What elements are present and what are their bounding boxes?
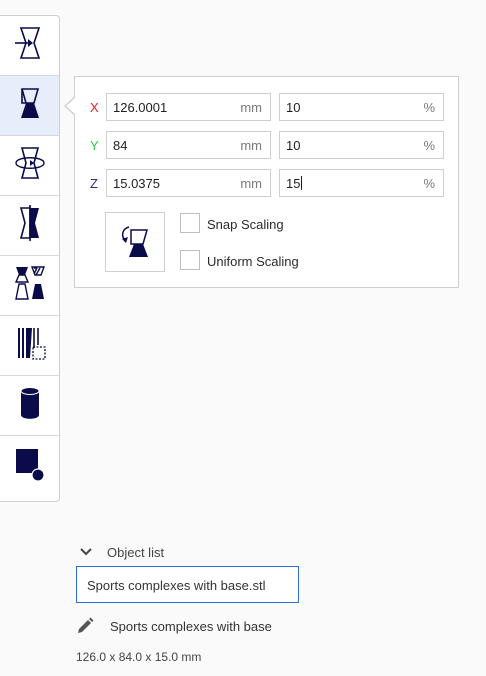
axis-label-y: Y [90, 138, 99, 153]
rotate-tool-button[interactable] [0, 136, 59, 196]
object-name: Sports complexes with base [110, 619, 272, 634]
shape-button[interactable] [0, 436, 59, 496]
x-percent-value: 10 [286, 100, 301, 115]
uniform-scaling-checkbox[interactable] [180, 250, 200, 270]
scale-tool-icon [13, 85, 47, 126]
x-mm-unit: mm [240, 100, 262, 115]
axis-label-x: X [90, 100, 99, 115]
x-mm-value: 126.0001 [113, 100, 168, 115]
mirror-tool-icon [13, 205, 47, 246]
x-percent-unit: % [423, 100, 435, 115]
z-percent-value: 15 [286, 176, 303, 191]
z-percent-input[interactable]: 15 % [279, 169, 444, 197]
support-blocker-icon [13, 325, 47, 366]
reset-scale-button[interactable] [105, 212, 165, 272]
object-list-toggle[interactable] [78, 544, 94, 560]
rename-button[interactable] [75, 616, 95, 636]
tool-sidebar [0, 15, 60, 502]
pencil-icon [75, 617, 95, 640]
z-mm-input[interactable]: 15.0375 mm [106, 169, 271, 197]
text-caret [301, 176, 303, 190]
cylinder-icon [13, 385, 47, 426]
z-mm-value: 15.0375 [113, 176, 160, 191]
y-percent-unit: % [423, 138, 435, 153]
cylinder-button[interactable] [0, 376, 59, 436]
scale-tool-button[interactable] [0, 76, 59, 136]
axis-label-z: Z [90, 176, 98, 191]
chevron-down-icon [78, 547, 94, 564]
support-blocker-button[interactable] [0, 316, 59, 376]
z-mm-unit: mm [240, 176, 262, 191]
snap-scaling-label: Snap Scaling [207, 217, 284, 232]
y-percent-input[interactable]: 10 % [279, 131, 444, 159]
per-model-settings-button[interactable] [0, 256, 59, 316]
x-percent-input[interactable]: 10 % [279, 93, 444, 121]
per-model-settings-icon [13, 265, 47, 306]
y-percent-value: 10 [286, 138, 301, 153]
uniform-scaling-label: Uniform Scaling [207, 254, 299, 269]
mirror-tool-button[interactable] [0, 196, 59, 256]
move-tool-button[interactable] [0, 16, 59, 76]
object-dimensions: 126.0 x 84.0 x 15.0 mm [76, 650, 202, 664]
snap-scaling-checkbox[interactable] [180, 213, 200, 233]
y-mm-value: 84 [113, 138, 128, 153]
z-percent-unit: % [423, 176, 435, 191]
move-tool-icon [13, 25, 47, 66]
selected-file-name: Sports complexes with base.stl [87, 578, 266, 593]
y-mm-input[interactable]: 84 mm [106, 131, 271, 159]
object-list-title: Object list [107, 545, 165, 560]
reset-scale-icon [117, 220, 153, 265]
y-mm-unit: mm [240, 138, 262, 153]
shape-icon [13, 446, 47, 487]
object-list-selected-item[interactable]: Sports complexes with base.stl [76, 566, 299, 603]
z-percent-text: 15 [286, 176, 301, 191]
panel-pointer-fill [66, 97, 76, 115]
rotate-tool-icon [13, 145, 47, 186]
x-mm-input[interactable]: 126.0001 mm [106, 93, 271, 121]
